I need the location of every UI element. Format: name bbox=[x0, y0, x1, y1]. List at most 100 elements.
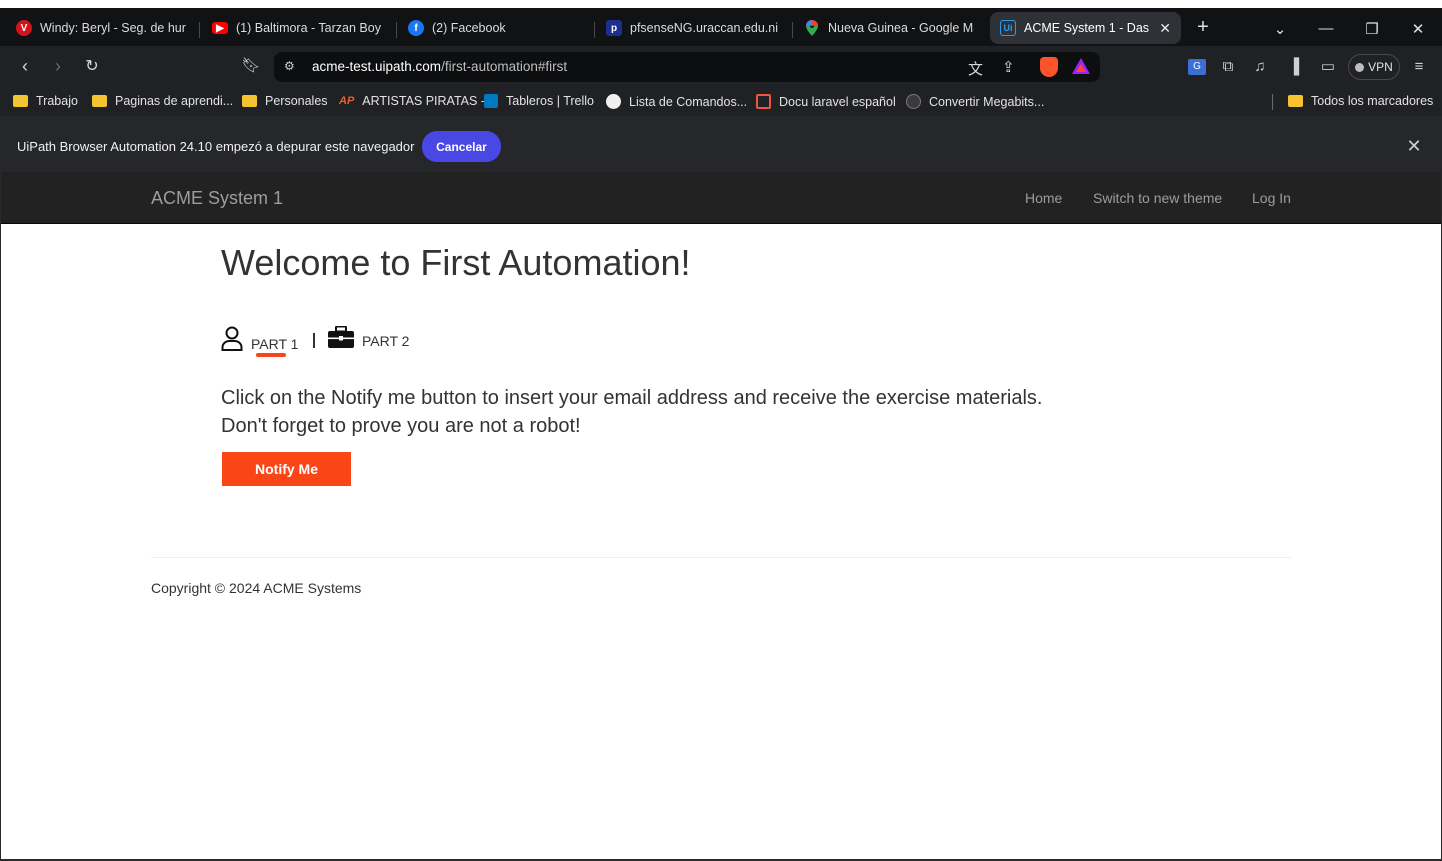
tab-acme-active[interactable]: Ui ACME System 1 - Dashb ✕ bbox=[990, 12, 1181, 44]
notify-me-button[interactable]: Notify Me bbox=[222, 452, 351, 486]
site-brand[interactable]: ACME System 1 bbox=[151, 188, 283, 209]
tab-facebook[interactable]: f (2) Facebook bbox=[398, 12, 592, 44]
bookmark-trello[interactable]: Tableros | Trello bbox=[484, 94, 594, 108]
url-host: acme-test.uipath.com bbox=[312, 59, 442, 74]
user-icon bbox=[221, 326, 243, 354]
forward-arrow-icon[interactable]: › bbox=[46, 56, 70, 77]
tab-separator bbox=[199, 22, 200, 38]
wallet-icon[interactable]: ▭ bbox=[1319, 59, 1337, 75]
step-part-1[interactable]: PART 1 bbox=[221, 326, 298, 354]
tab-title: pfsenseNG.uraccan.edu.ni - S bbox=[630, 21, 780, 35]
cancel-debug-button[interactable]: Cancelar bbox=[422, 131, 501, 162]
url-path: /first-automation#first bbox=[441, 59, 568, 74]
facebook-icon: f bbox=[408, 20, 424, 36]
tab-windy[interactable]: V Windy: Beryl - Seg. de huraca bbox=[6, 12, 196, 44]
tab-youtube[interactable]: ▶ (1) Baltimora - Tarzan Boy (G bbox=[202, 12, 394, 44]
step-indicator: PART 1 PART 2 bbox=[221, 325, 521, 366]
step-label: PART 2 bbox=[362, 333, 410, 349]
menu-hamburger-icon[interactable]: ≡ bbox=[1410, 59, 1428, 75]
window-top-strip bbox=[0, 0, 1442, 8]
bookmark-comandos[interactable]: Lista de Comandos... bbox=[606, 94, 747, 109]
bookmarks-bar: Trabajo Paginas de aprendi... Personales… bbox=[0, 88, 1442, 116]
close-window-icon[interactable]: ✕ bbox=[1403, 20, 1433, 38]
nav-login-link[interactable]: Log In bbox=[1252, 190, 1291, 206]
vpn-button[interactable]: VPN bbox=[1348, 54, 1400, 80]
bookmark-personales[interactable]: Personales bbox=[242, 94, 328, 108]
step-label: PART 1 bbox=[251, 336, 299, 352]
music-note-icon[interactable]: ♫ bbox=[1251, 59, 1269, 75]
tab-title: ACME System 1 - Dashb bbox=[1024, 21, 1150, 35]
bookmark-label: Trabajo bbox=[36, 94, 78, 108]
vivaldi-red-icon: V bbox=[16, 20, 32, 36]
laravel-icon bbox=[756, 94, 771, 109]
tab-pfsense[interactable]: p pfsenseNG.uraccan.edu.ni - S bbox=[596, 12, 790, 44]
bookmark-label: ARTISTAS PIRATAS - bbox=[362, 94, 485, 108]
converter-icon bbox=[906, 94, 921, 109]
bookmarks-separator bbox=[1272, 94, 1273, 110]
google-translate-icon[interactable]: G bbox=[1188, 59, 1206, 75]
nav-switch-theme-link[interactable]: Switch to new theme bbox=[1093, 190, 1222, 206]
bookmark-laravel[interactable]: Docu laravel español bbox=[756, 94, 896, 109]
share-icon[interactable]: ⇪ bbox=[1002, 58, 1015, 76]
vpn-label: VPN bbox=[1368, 60, 1393, 74]
tab-title: Windy: Beryl - Seg. de huraca bbox=[40, 21, 186, 35]
active-step-underline bbox=[256, 353, 286, 357]
bookmark-label: Personales bbox=[265, 94, 328, 108]
folder-icon bbox=[13, 95, 28, 107]
copyright-text: Copyright © 2024 ACME Systems bbox=[151, 580, 362, 596]
reload-icon[interactable]: ↻ bbox=[80, 56, 104, 76]
youtube-icon: ▶ bbox=[212, 22, 228, 34]
vpn-status-icon bbox=[1355, 62, 1365, 72]
bookmark-icon[interactable]: 🔖︎ bbox=[239, 56, 263, 74]
folder-icon bbox=[1288, 95, 1303, 107]
bookmark-paginas[interactable]: Paginas de aprendi... bbox=[92, 94, 233, 108]
instructions-line: Don't forget to prove you are not a robo… bbox=[221, 415, 581, 437]
bookmark-label: Convertir Megabits... bbox=[929, 94, 1045, 109]
new-tab-button[interactable]: + bbox=[1188, 16, 1218, 39]
site-info-icon[interactable]: ⚙ bbox=[284, 59, 298, 73]
step-part-2[interactable]: PART 2 bbox=[328, 325, 410, 351]
address-bar[interactable]: ⚙ acme-test.uipath.com/first-automation#… bbox=[274, 52, 1100, 82]
minimize-icon[interactable]: — bbox=[1311, 20, 1341, 37]
bookmark-label: Lista de Comandos... bbox=[629, 94, 748, 109]
tab-separator bbox=[792, 22, 793, 38]
window-border-left bbox=[0, 172, 1, 861]
github-icon bbox=[606, 94, 621, 109]
close-tab-icon[interactable]: ✕ bbox=[1159, 20, 1171, 37]
briefcase-icon bbox=[328, 325, 354, 351]
tab-title: (1) Baltimora - Tarzan Boy (G bbox=[236, 21, 384, 35]
tab-strip: V Windy: Beryl - Seg. de huraca ▶ (1) Ba… bbox=[0, 8, 1442, 46]
tab-separator bbox=[594, 22, 595, 38]
uipath-icon: Ui bbox=[1000, 20, 1016, 36]
page-title: Welcome to First Automation! bbox=[221, 242, 691, 283]
tab-title: (2) Facebook bbox=[432, 21, 506, 35]
folder-icon bbox=[242, 95, 257, 107]
back-arrow-icon[interactable]: ‹ bbox=[13, 56, 37, 77]
sidebar-toggle-icon[interactable]: ▐ bbox=[1285, 59, 1303, 75]
instructions-text: Click on the Notify me button to insert … bbox=[221, 384, 1042, 440]
pfsense-icon: p bbox=[606, 20, 622, 36]
site-navbar: ACME System 1 Home Switch to new theme L… bbox=[1, 172, 1441, 224]
tab-title: Nueva Guinea - Google Map bbox=[828, 21, 974, 35]
translate-icon[interactable]: 文 bbox=[968, 58, 983, 79]
trello-icon bbox=[484, 94, 498, 108]
bookmark-artistas[interactable]: AP ARTISTAS PIRATAS - bbox=[339, 94, 485, 108]
tab-separator bbox=[396, 22, 397, 38]
bookmark-megabits[interactable]: Convertir Megabits... bbox=[906, 94, 1044, 109]
ap-icon: AP bbox=[339, 95, 355, 107]
debug-message: UiPath Browser Automation 24.10 empezó a… bbox=[17, 139, 415, 154]
tab-search-chevron-down-icon[interactable]: ⌄ bbox=[1265, 20, 1295, 38]
bookmark-label: Paginas de aprendi... bbox=[115, 94, 234, 108]
close-infobar-icon[interactable]: ✕ bbox=[1404, 136, 1424, 157]
url-text[interactable]: acme-test.uipath.com/first-automation#fi… bbox=[312, 59, 567, 74]
restore-icon[interactable]: ❐ bbox=[1357, 20, 1387, 38]
browser-toolbar: ‹ › ↻ 🔖︎ ⚙ acme-test.uipath.com/first-au… bbox=[0, 46, 1442, 88]
bookmark-trabajo[interactable]: Trabajo bbox=[13, 94, 78, 108]
brave-shields-icon[interactable] bbox=[1040, 57, 1058, 77]
bookmark-label: Tableros | Trello bbox=[506, 94, 595, 108]
extensions-puzzle-icon[interactable]: ⧉ bbox=[1219, 59, 1237, 75]
tab-google-maps[interactable]: Nueva Guinea - Google Map bbox=[794, 12, 984, 44]
nav-home-link[interactable]: Home bbox=[1025, 190, 1062, 206]
all-bookmarks[interactable]: Todos los marcadores bbox=[1288, 94, 1433, 108]
brave-rewards-icon[interactable] bbox=[1072, 58, 1090, 74]
